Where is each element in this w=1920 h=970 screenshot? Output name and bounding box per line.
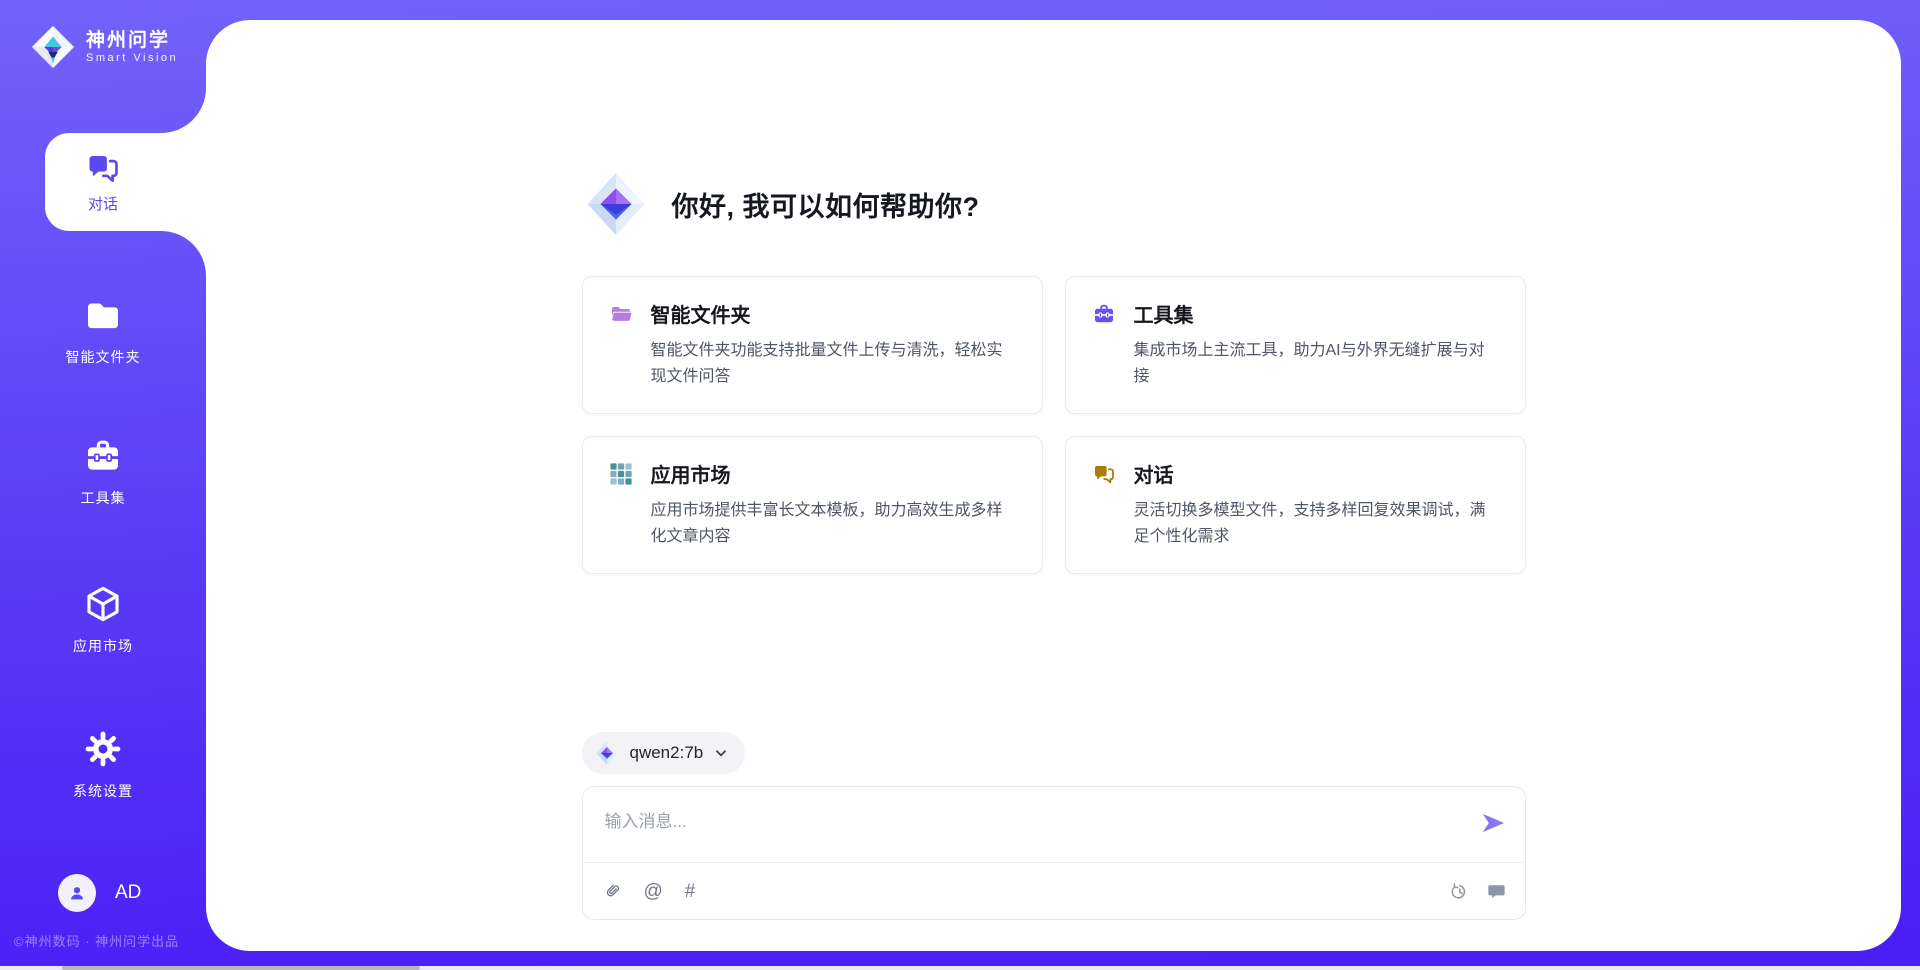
app-logo: 神州问学 Smart Vision bbox=[30, 24, 178, 70]
sidebar-item-chat[interactable]: 对话 bbox=[0, 133, 206, 231]
sidebar: 神州问学 Smart Vision 对话 智能文件夹 工具集 应用市场 bbox=[0, 0, 206, 970]
card-chat[interactable]: 对话 灵活切换多模型文件，支持多样回复效果调试，满足个性化需求 bbox=[1065, 436, 1526, 574]
sidebar-item-label: 系统设置 bbox=[0, 781, 206, 801]
sidebar-item-label: 智能文件夹 bbox=[0, 347, 206, 367]
card-title: 应用市场 bbox=[651, 459, 731, 488]
person-icon bbox=[66, 882, 88, 904]
avatar[interactable] bbox=[58, 874, 96, 912]
greeting: 你好, 我可以如何帮助你? bbox=[582, 170, 1526, 238]
model-name: qwen2:7b bbox=[630, 743, 704, 763]
message-input[interactable]: 输入消息... bbox=[583, 787, 1525, 863]
sidebar-item-toolset[interactable]: 工具集 bbox=[0, 436, 206, 508]
cube-icon bbox=[83, 584, 123, 624]
app-tagline: Smart Vision bbox=[86, 52, 178, 64]
user-initials: AD bbox=[115, 882, 141, 904]
sidebar-item-settings[interactable]: 系统设置 bbox=[0, 729, 206, 801]
card-app-market[interactable]: 应用市场 应用市场提供丰富长文本模板，助力高效生成多样化文章内容 bbox=[582, 436, 1043, 574]
briefcase-icon bbox=[1092, 302, 1116, 326]
sidebar-item-smart-folders[interactable]: 智能文件夹 bbox=[0, 295, 206, 367]
folder-icon bbox=[83, 295, 123, 335]
card-smart-folders[interactable]: 智能文件夹 智能文件夹功能支持批量文件上传与清洗，轻松实现文件问答 bbox=[582, 276, 1043, 414]
user-profile[interactable]: AD bbox=[58, 874, 141, 912]
card-title: 工具集 bbox=[1134, 299, 1194, 328]
model-selector[interactable]: qwen2:7b bbox=[582, 732, 746, 774]
sidebar-item-label: 应用市场 bbox=[0, 636, 206, 656]
composer-toolbar: @ # bbox=[583, 863, 1525, 919]
feedback-bubble-icon[interactable] bbox=[1486, 881, 1507, 902]
message-composer: 输入消息... @ # bbox=[582, 786, 1526, 920]
greeting-text: 你好, 我可以如何帮助你? bbox=[672, 185, 980, 224]
assistant-logo-icon bbox=[582, 170, 650, 238]
gear-icon bbox=[83, 729, 123, 769]
card-title: 对话 bbox=[1134, 459, 1174, 488]
brand-diamond-icon bbox=[30, 24, 76, 70]
app-name: 神州问学 bbox=[86, 30, 178, 52]
card-description: 智能文件夹功能支持批量文件上传与清洗，轻松实现文件问答 bbox=[651, 338, 1016, 389]
card-toolset[interactable]: 工具集 集成市场上主流工具，助力AI与外界无缝扩展与对接 bbox=[1065, 276, 1526, 414]
hashtag-icon[interactable]: # bbox=[685, 882, 696, 901]
history-icon[interactable] bbox=[1449, 881, 1470, 902]
card-description: 应用市场提供丰富长文本模板，助力高效生成多样化文章内容 bbox=[651, 498, 1016, 549]
chevron-down-icon bbox=[713, 745, 729, 761]
paperclip-icon[interactable] bbox=[603, 882, 622, 901]
sidebar-item-label: 工具集 bbox=[0, 488, 206, 508]
briefcase-icon bbox=[83, 436, 123, 476]
send-icon[interactable] bbox=[1479, 809, 1507, 837]
card-title: 智能文件夹 bbox=[651, 299, 751, 328]
feature-cards: 智能文件夹 智能文件夹功能支持批量文件上传与清洗，轻松实现文件问答 工具集 集成… bbox=[582, 276, 1526, 574]
mention-icon[interactable]: @ bbox=[644, 882, 663, 901]
chat-bubbles-icon bbox=[85, 150, 121, 186]
input-placeholder: 输入消息... bbox=[605, 812, 687, 831]
sidebar-item-app-market[interactable]: 应用市场 bbox=[0, 584, 206, 656]
card-description: 集成市场上主流工具，助力AI与外界无缝扩展与对接 bbox=[1134, 338, 1499, 389]
card-description: 灵活切换多模型文件，支持多样回复效果调试，满足个性化需求 bbox=[1134, 498, 1499, 549]
sidebar-item-label: 对话 bbox=[88, 193, 118, 214]
chat-bubbles-icon bbox=[1092, 462, 1116, 486]
model-logo-icon bbox=[594, 740, 620, 766]
main-panel: 你好, 我可以如何帮助你? 智能文件夹 智能文件夹功能支持批量文件上传与清洗，轻… bbox=[206, 20, 1901, 951]
folder-open-icon bbox=[609, 302, 633, 326]
grid-icon bbox=[609, 462, 633, 486]
footer-credit: ©神州数码 · 神州问学出品 bbox=[14, 931, 179, 950]
horizontal-scrollbar-thumb[interactable] bbox=[62, 966, 420, 970]
